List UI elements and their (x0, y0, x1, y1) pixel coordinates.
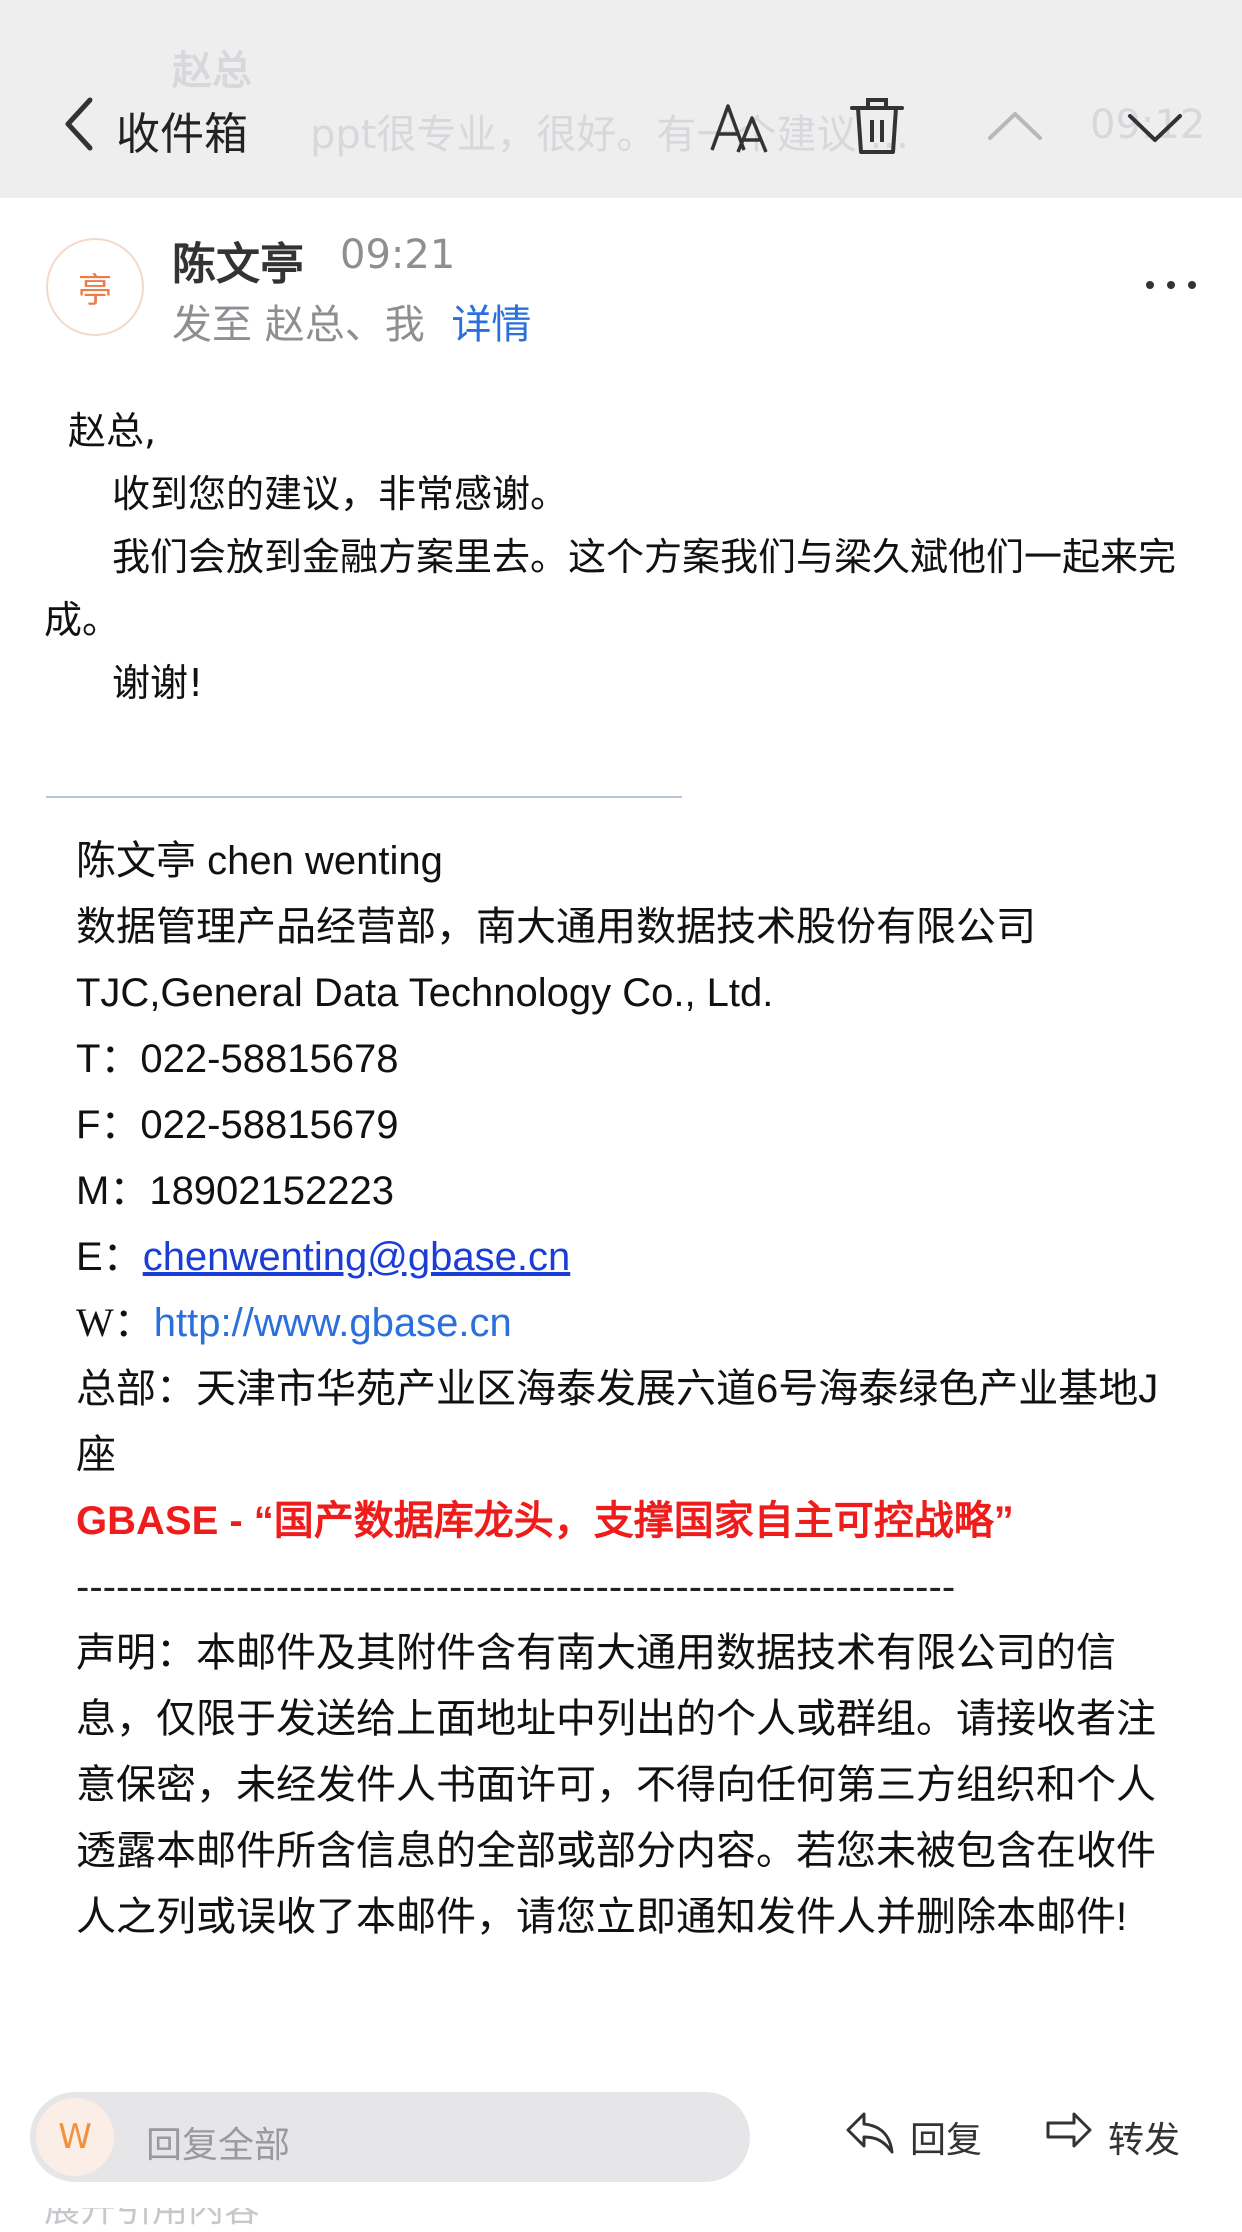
back-button-label[interactable]: 收件箱 (116, 98, 248, 162)
body-paragraph: 收到您的建议，非常感谢。 (112, 472, 569, 516)
signature-disclaimer: 声明：本邮件及其附件含有南大通用数据技术有限公司的信息，仅限于发送给上面地址中列… (76, 1631, 1156, 1939)
reply-label: 回复 (910, 2119, 983, 2161)
previous-mail-button[interactable] (980, 92, 1050, 162)
more-dot-icon (1167, 281, 1175, 289)
reply-arrow-icon (842, 2104, 910, 2169)
top-navigation-bar: 赵总 ppt很专业，很好。有一个建议 … 09:12 收件箱 (0, 0, 1242, 198)
sender-avatar[interactable]: 亭 (46, 238, 144, 336)
bottom-action-bar: W 回复全部 回复 转发 (0, 2082, 1242, 2208)
reply-all-button[interactable]: W 回复全部 (30, 2092, 750, 2182)
sent-time: 09:21 (340, 232, 456, 278)
chevron-down-icon (1120, 114, 1190, 166)
signature-telephone[interactable]: T：022-58815678 (76, 1026, 1206, 1092)
email-link[interactable]: chenwenting@gbase.cn (143, 1235, 571, 1279)
signature-email-row: E：chenwenting@gbase.cn (76, 1224, 1206, 1290)
back-button[interactable] (62, 96, 122, 156)
more-dot-icon (1188, 281, 1196, 289)
recipients-prefix: 发至 (172, 302, 252, 348)
signature-name: 陈文亭 chen wenting (76, 839, 443, 883)
body-greeting: 赵总, (68, 409, 157, 453)
trash-icon (842, 98, 912, 166)
my-avatar: W (36, 2098, 114, 2176)
sender-name[interactable]: 陈文亭 (172, 228, 304, 292)
signature-company-en: TJC,General Data Technology Co., Ltd. (76, 971, 774, 1015)
signature-block: 陈文亭 chen wenting 数据管理产品经营部，南大通用数据技术股份有限公… (76, 828, 1206, 1950)
font-size-icon (704, 104, 774, 166)
next-mail-button[interactable] (1120, 92, 1190, 162)
web-prefix: W： (76, 1300, 154, 1345)
reply-button[interactable]: 回复 (842, 2104, 982, 2169)
signature-divider (46, 796, 682, 798)
signature-web-row: W：http://www.gbase.cn (76, 1290, 1206, 1356)
forward-arrow-icon (1040, 2104, 1108, 2169)
website-link[interactable]: http://www.gbase.cn (154, 1301, 512, 1345)
more-dot-icon (1146, 281, 1154, 289)
body-paragraph: 谢谢! (112, 661, 204, 705)
signature-slogan: GBASE - “国产数据库龙头，支撑国家自主可控战略” (76, 1499, 1014, 1543)
signature-address: 总部：天津市华苑产业区海泰发展六道6号海泰绿色产业基地J座 (76, 1367, 1159, 1477)
chevron-left-icon (62, 94, 98, 158)
delete-button[interactable] (842, 92, 912, 162)
chevron-up-icon (980, 112, 1050, 166)
forward-label: 转发 (1108, 2119, 1181, 2161)
recipients-list: 赵总、我 (264, 302, 425, 348)
body-paragraph: 我们会放到金融方案里去。这个方案我们与梁久斌他们一起来完成。 (44, 535, 1177, 642)
reply-all-label: 回复全部 (146, 2125, 291, 2166)
email-prefix: E： (76, 1235, 143, 1279)
forward-button[interactable]: 转发 (1040, 2104, 1180, 2169)
signature-mobile[interactable]: M：18902152223 (76, 1158, 1206, 1224)
recipients-line: 发至 赵总、我 详情 (172, 292, 531, 350)
details-link[interactable]: 详情 (451, 302, 531, 348)
signature-department: 数据管理产品经营部，南大通用数据技术股份有限公司 (76, 905, 1036, 949)
mail-body: 赵总, 收到您的建议，非常感谢。 我们会放到金融方案里去。这个方案我们与梁久斌他… (44, 400, 1204, 715)
signature-fax: F：022-58815679 (76, 1103, 399, 1147)
signature-dash-separator: ----------------------------------------… (76, 1565, 956, 1609)
more-options-button[interactable] (1146, 270, 1196, 300)
previous-mail-preview-ghost: ppt很专业，很好。有一个建议 … (310, 112, 910, 158)
previous-mail-sender-ghost: 赵总 (172, 48, 252, 94)
font-size-button[interactable] (704, 92, 774, 162)
